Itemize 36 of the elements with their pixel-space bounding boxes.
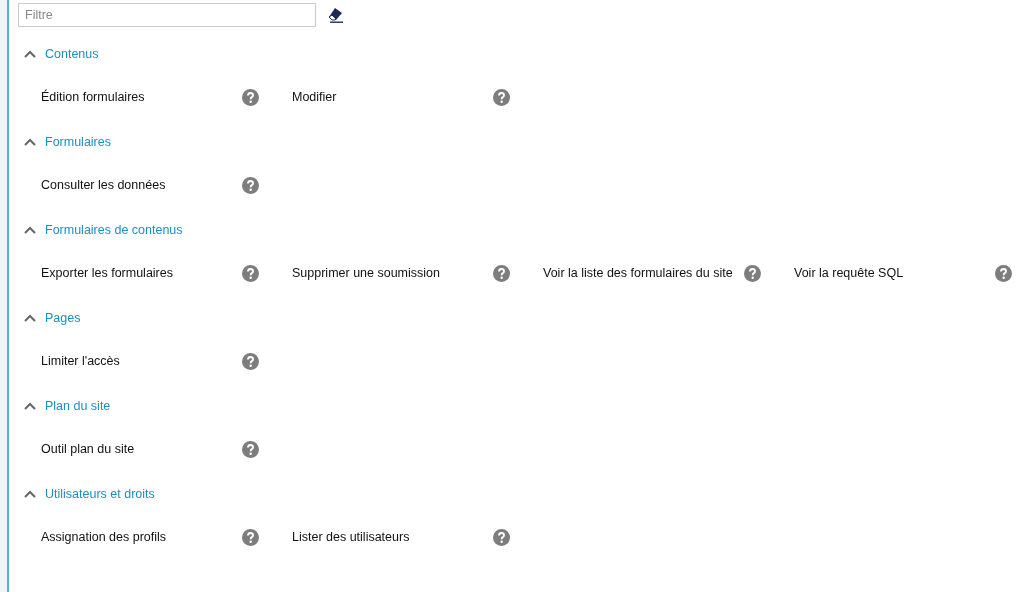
section-title[interactable]: Utilisateurs et droits bbox=[45, 484, 155, 504]
caret-icon[interactable] bbox=[23, 488, 37, 500]
help-icon[interactable] bbox=[493, 528, 510, 546]
help-icon[interactable] bbox=[493, 264, 510, 282]
permission-label: Édition formulaires bbox=[41, 88, 146, 106]
section-title[interactable]: Formulaires de contenus bbox=[45, 220, 183, 240]
permission-label: Voir la liste des formulaires du site bbox=[543, 264, 734, 282]
help-icon[interactable] bbox=[493, 88, 510, 106]
caret-icon[interactable] bbox=[23, 136, 37, 148]
permission-label: Exporter les formulaires bbox=[41, 264, 174, 282]
help-icon[interactable] bbox=[242, 528, 259, 546]
permission-label: Assignation des profils bbox=[41, 528, 168, 546]
help-icon[interactable] bbox=[242, 264, 259, 282]
section-title[interactable]: Contenus bbox=[45, 44, 99, 64]
caret-icon[interactable] bbox=[23, 48, 37, 60]
help-icon[interactable] bbox=[744, 264, 761, 282]
permission-label: Outil plan du site bbox=[41, 440, 136, 458]
section-title[interactable]: Pages bbox=[45, 308, 81, 328]
section-title[interactable]: Formulaires bbox=[45, 132, 111, 152]
permission-label: Voir la requête SQL bbox=[794, 264, 905, 282]
caret-icon[interactable] bbox=[23, 400, 37, 412]
help-icon[interactable] bbox=[242, 440, 259, 458]
help-icon[interactable] bbox=[242, 176, 259, 194]
eraser-icon[interactable] bbox=[326, 6, 344, 24]
caret-icon[interactable] bbox=[23, 312, 37, 324]
permission-label: Consulter les données bbox=[41, 176, 167, 194]
help-icon[interactable] bbox=[242, 352, 259, 370]
permission-label: Limiter l'accès bbox=[41, 352, 121, 370]
help-icon[interactable] bbox=[995, 264, 1012, 282]
permission-label: Supprimer une soumission bbox=[292, 264, 441, 282]
permission-label: Modifier bbox=[292, 88, 338, 106]
filter-field[interactable]: Filtre bbox=[18, 3, 316, 27]
section-title[interactable]: Plan du site bbox=[45, 396, 111, 416]
caret-icon[interactable] bbox=[23, 224, 37, 236]
help-icon[interactable] bbox=[242, 88, 259, 106]
permission-label: Lister des utilisateurs bbox=[292, 528, 411, 546]
